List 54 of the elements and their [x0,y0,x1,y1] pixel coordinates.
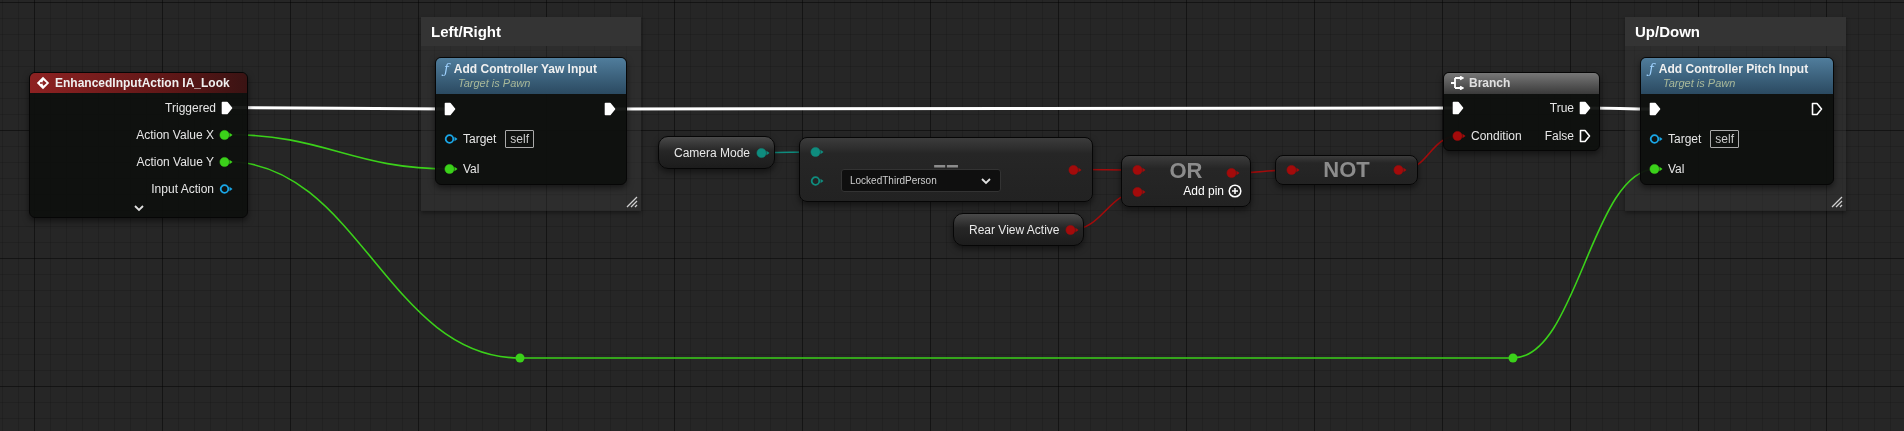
pin-label: Target [1668,132,1702,146]
data-pin-icon[interactable] [219,182,233,195]
dropdown-value: LockedThirdPerson [850,175,937,186]
add-pin-button[interactable]: Add pin [1183,184,1250,200]
chevron-icon[interactable] [980,176,992,185]
exec-pin-icon[interactable] [444,102,456,116]
exec-pin-icon[interactable] [604,102,616,116]
node-subtitle: Target is Pawn [1662,77,1737,89]
pin-label: Input Action [151,181,214,196]
comment-title: Left/Right [421,17,641,46]
data-pin-icon[interactable] [810,174,824,187]
pin-label: Condition [1471,129,1522,143]
pin-label: Val [1668,162,1685,176]
value-field[interactable]: self [505,130,535,148]
exec-pin-icon[interactable] [1452,101,1464,115]
pin-label: Action Value X [136,127,214,142]
reroute-knot[interactable] [515,353,525,363]
pin-label: False [1544,129,1574,143]
expand-chevron-icon[interactable] [132,204,145,212]
pin-label: Val [463,162,480,176]
data-pin-icon[interactable] [444,163,458,175]
data-pin-icon[interactable] [756,146,770,159]
pin-label: Triggered [165,100,216,115]
exec-pin-icon[interactable] [221,100,233,115]
resize-handle-icon[interactable] [626,196,638,208]
exec-pin-icon[interactable] [1579,101,1591,115]
variable-label: Rear View Active [969,222,1060,237]
add-icon [1228,184,1242,198]
pin-label: Target [463,132,497,146]
event-icon [36,76,50,90]
variable-label: Camera Mode [674,145,751,160]
operator-label: NOT [1323,158,1370,181]
node-subtitle: Target is Pawn [457,77,532,89]
resize-handle-icon[interactable] [1831,196,1843,208]
data-pin-icon[interactable] [444,133,458,145]
operator-label: OR [1169,160,1203,182]
exec-pin-icon[interactable] [1649,102,1661,116]
reroute-knot[interactable] [1508,353,1518,363]
node-title: EnhancedInputAction IA_Look [55,76,230,90]
node-title: Add Controller Pitch Input [1658,61,1809,76]
comment-title: Up/Down [1625,17,1846,46]
data-pin-icon[interactable] [1649,163,1663,175]
enum-dropdown[interactable]: LockedThirdPerson [841,169,1001,192]
data-pin-icon[interactable] [1649,133,1663,145]
node-title: Branch [1469,76,1511,90]
exec-pin-icon[interactable] [1811,102,1823,116]
exec-pin-icon[interactable] [1579,129,1591,143]
pin-label: Action Value Y [136,154,214,169]
node-title: Add Controller Yaw Input [453,61,597,76]
branch-icon [1450,76,1464,90]
data-pin-icon[interactable] [219,128,233,141]
pin-label: True [1549,101,1574,115]
data-pin-icon[interactable] [219,155,233,168]
value-field[interactable]: self [1710,130,1740,148]
